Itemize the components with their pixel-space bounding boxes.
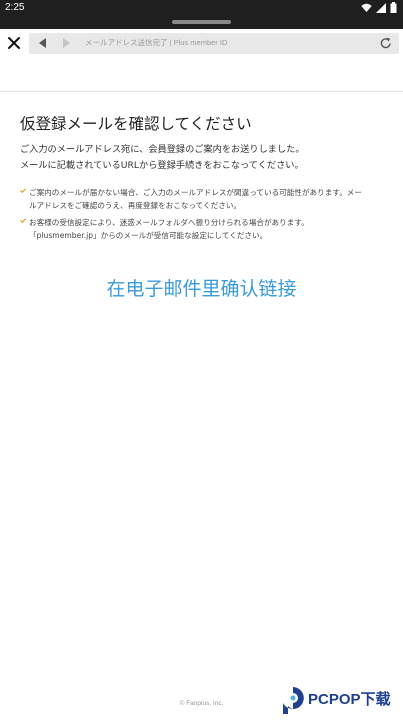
sheet-handle-bar xyxy=(0,16,403,29)
forward-arrow-icon[interactable] xyxy=(62,38,70,48)
status-icons xyxy=(361,2,397,13)
note-line: 「plusmember.jp」からのメールが受信可能な設定にしてください。 xyxy=(29,231,268,240)
note-line: お客様の受信設定により、迷惑メールフォルダへ振り分けられる場合があります。 xyxy=(29,218,309,227)
confirm-link-caption: 在电子邮件里确认链接 xyxy=(106,278,297,300)
note-line: ルアドレスをご確認のうえ、再度登録をおこなってください。 xyxy=(29,201,242,210)
intro-text: ご入力のメールアドレス宛に、会員登録のご案内をお送りしました。 メールに記載され… xyxy=(20,142,305,174)
close-icon[interactable] xyxy=(6,35,22,51)
intro-line: メールに記載されているURLから登録手続きをおこなってください。 xyxy=(20,160,304,171)
note-item: ご案内のメールが届かない場合、ご入力のメールアドレスが間違っている可能性がありま… xyxy=(20,186,390,212)
browser-toolbar: メールアドレス送信完了 | Plus member ID xyxy=(0,29,403,58)
note-line: ご案内のメールが届かない場合、ご入力のメールアドレスが間違っている可能性がありま… xyxy=(29,188,362,197)
watermark-brand: PCPOP下载 xyxy=(308,691,391,708)
battery-icon xyxy=(390,2,397,13)
check-icon xyxy=(20,188,26,193)
pcpop-logo-icon xyxy=(283,687,304,714)
watermark: PCPOP下载 xyxy=(280,685,400,717)
status-bar: 2:25 xyxy=(0,0,403,16)
page-title: メールアドレス送信完了 | Plus member ID xyxy=(85,38,228,47)
drag-handle[interactable] xyxy=(172,20,231,24)
check-icon xyxy=(20,218,26,223)
reload-icon[interactable] xyxy=(380,37,392,50)
back-arrow-icon[interactable] xyxy=(39,38,47,48)
page-heading: 仮登録メールを確認してください xyxy=(20,115,252,133)
intro-line: ご入力のメールアドレス宛に、会員登録のご案内をお送りしました。 xyxy=(20,144,305,155)
url-bar[interactable]: メールアドレス送信完了 | Plus member ID xyxy=(29,33,399,54)
header-divider xyxy=(0,91,403,92)
wifi-icon xyxy=(361,3,372,12)
note-item: お客様の受信設定により、迷惑メールフォルダへ振り分けられる場合があります。 「p… xyxy=(20,216,390,242)
status-time: 2:25 xyxy=(5,2,25,13)
notes-list: ご案内のメールが届かない場合、ご入力のメールアドレスが間違っている可能性がありま… xyxy=(20,186,390,246)
signal-icon xyxy=(376,2,386,13)
